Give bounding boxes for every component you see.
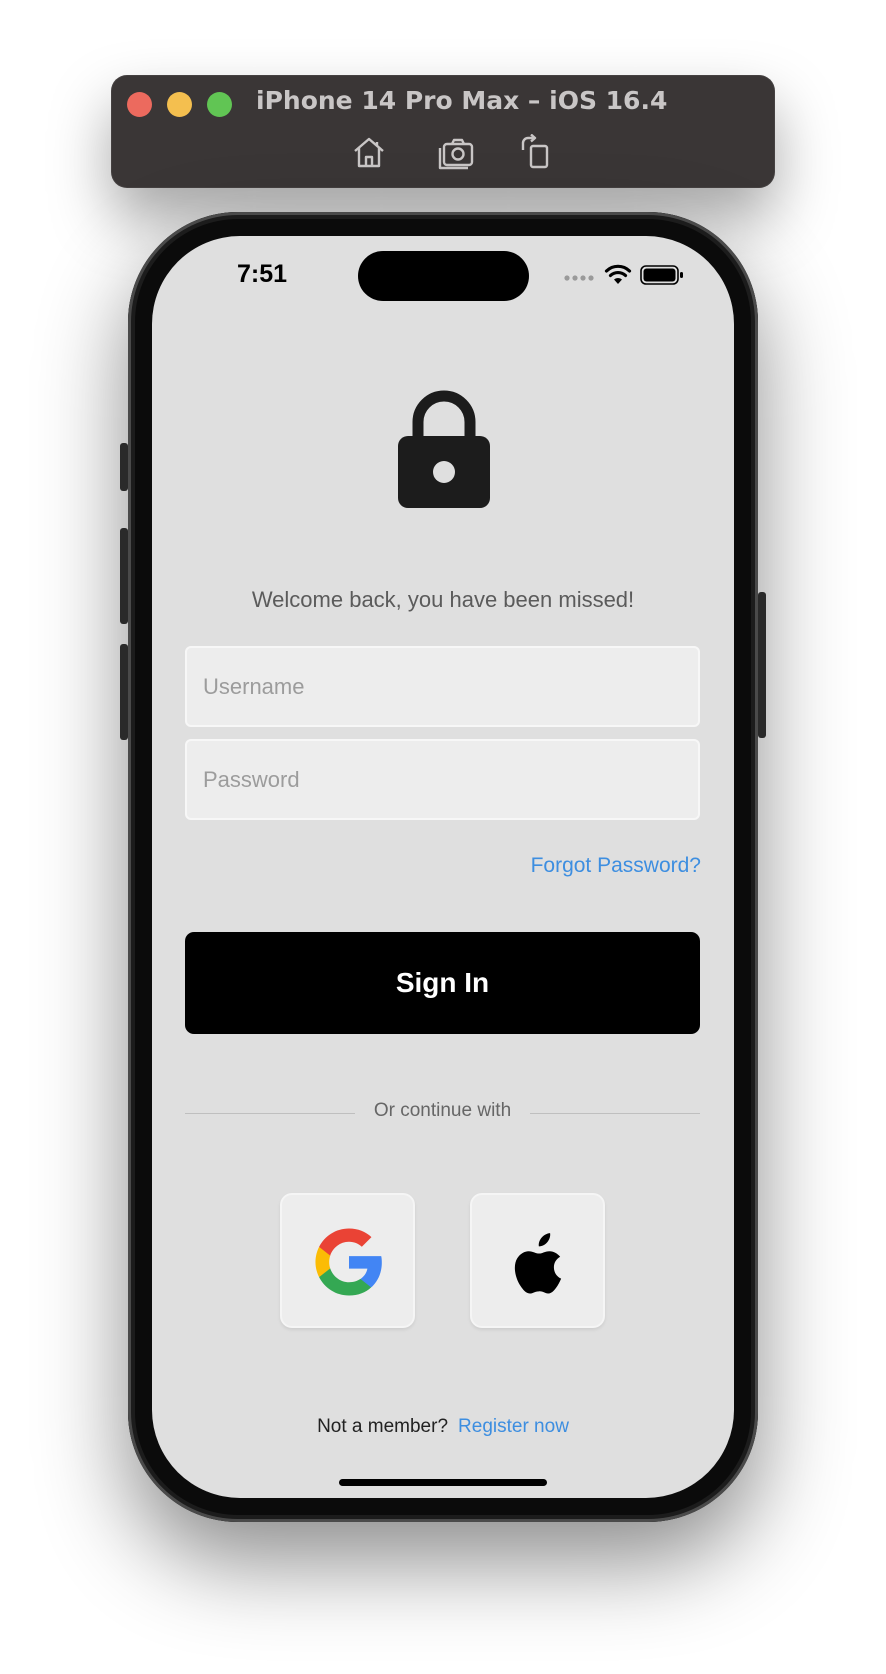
register-row: Not a member? Register now bbox=[152, 1416, 734, 1438]
screenshot-icon[interactable] bbox=[437, 134, 477, 170]
zoom-window-button[interactable] bbox=[207, 92, 232, 117]
divider-line-right bbox=[530, 1113, 700, 1114]
lock-icon bbox=[398, 390, 490, 508]
stage: iPhone 14 Pro Max – iOS 16.4 7:51 Welcom… bbox=[0, 0, 886, 1674]
wifi-icon bbox=[604, 264, 632, 284]
cellular-signal-icon bbox=[564, 275, 594, 281]
apple-sign-in-button[interactable] bbox=[470, 1193, 605, 1328]
minimize-window-button[interactable] bbox=[167, 92, 192, 117]
action-button[interactable] bbox=[120, 443, 128, 491]
status-time: 7:51 bbox=[237, 260, 288, 288]
dynamic-island bbox=[358, 251, 529, 301]
divider-text: Or continue with bbox=[373, 1100, 512, 1121]
home-icon[interactable] bbox=[349, 134, 389, 170]
status-icons bbox=[564, 264, 694, 286]
google-sign-in-button[interactable] bbox=[280, 1193, 415, 1328]
register-now-link[interactable]: Register now bbox=[458, 1416, 569, 1437]
power-button[interactable] bbox=[758, 592, 766, 738]
welcome-text: Welcome back, you have been missed! bbox=[251, 587, 635, 612]
volume-up-button[interactable] bbox=[120, 528, 128, 624]
simulator-title: iPhone 14 Pro Max – iOS 16.4 bbox=[256, 86, 668, 115]
close-window-button[interactable] bbox=[127, 92, 152, 117]
phone-screen: 7:51 Welcome back, you have been missed!… bbox=[152, 236, 734, 1498]
volume-down-button[interactable] bbox=[120, 644, 128, 740]
google-icon bbox=[315, 1228, 382, 1296]
not-member-text: Not a member? bbox=[317, 1416, 449, 1437]
home-indicator[interactable] bbox=[339, 1479, 547, 1486]
forgot-password-link[interactable]: Forgot Password? bbox=[531, 854, 701, 878]
divider-line-left bbox=[185, 1113, 355, 1114]
password-input[interactable] bbox=[185, 739, 700, 820]
username-input[interactable] bbox=[185, 646, 700, 727]
apple-icon bbox=[514, 1233, 562, 1294]
rotate-icon[interactable] bbox=[517, 133, 557, 170]
battery-icon bbox=[640, 265, 683, 285]
sign-in-button[interactable]: Sign In bbox=[185, 932, 700, 1034]
